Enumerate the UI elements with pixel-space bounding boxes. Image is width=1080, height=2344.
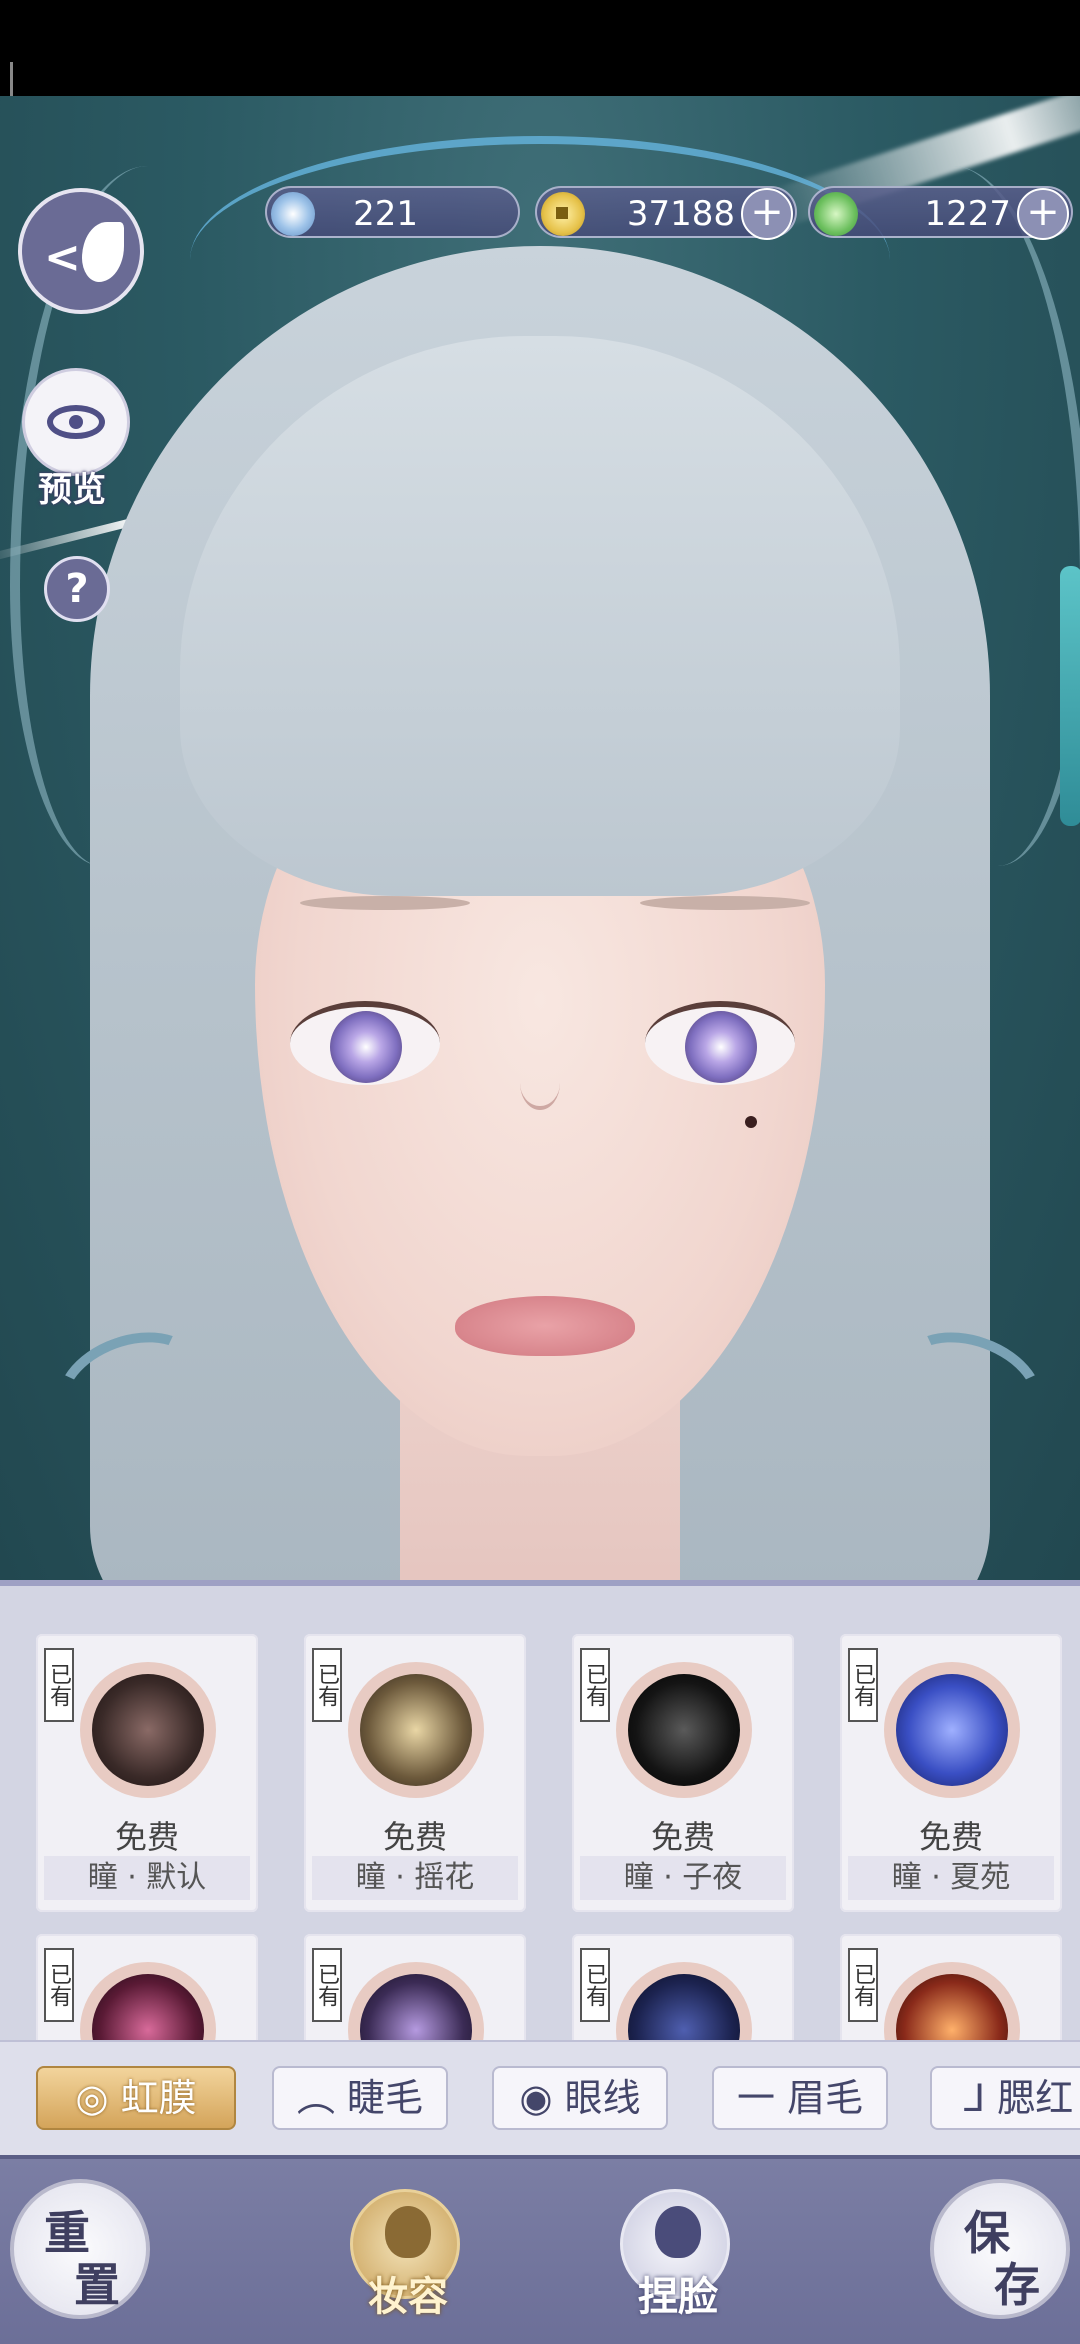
save-label-2: 存 <box>994 2258 1040 2312</box>
item-card[interactable]: 已有 免费 瞳 · 默认 <box>36 1634 258 1912</box>
right-eye <box>645 1001 795 1085</box>
owned-tag: 已有 <box>580 1948 610 2022</box>
right-iris <box>685 1011 757 1083</box>
jade-amount: 221 <box>353 194 418 234</box>
status-bar <box>0 0 1080 148</box>
add-green-button[interactable]: + <box>1017 188 1069 240</box>
beauty-mark <box>745 1116 757 1128</box>
item-card[interactable]: 已有 免费 瞳 · 子夜 <box>572 1634 794 1912</box>
reset-label-2: 置 <box>74 2258 120 2312</box>
left-eyebrow <box>300 896 470 910</box>
iris-swatch <box>884 1962 1020 2046</box>
face-portrait-icon <box>655 2206 701 2258</box>
item-card[interactable]: 已有 <box>36 1934 258 2046</box>
item-price: 免费 <box>114 1818 179 1856</box>
item-name: 瞳 · 摇花 <box>312 1856 518 1900</box>
iris-swatch <box>884 1662 1020 1798</box>
item-card[interactable]: 已有 <box>304 1934 526 2046</box>
tab-label: 睫毛 <box>347 2076 424 2120</box>
makeup-portrait-icon <box>385 2206 431 2258</box>
tab-label: 虹膜 <box>120 2076 197 2120</box>
preview-label: 预览 <box>38 470 106 510</box>
character-preview[interactable] <box>0 96 1080 1580</box>
tab-label: 腮红 <box>997 2076 1074 2120</box>
iris-swatch <box>80 1962 216 2046</box>
owned-tag: 已有 <box>312 1948 342 2022</box>
iris-item-panel[interactable]: 已有 免费 瞳 · 默认 已有 免费 瞳 · 摇花 已有 免费 瞳 · 子夜 已… <box>0 1580 1080 2046</box>
owned-tag: 已有 <box>580 1648 610 1722</box>
face-sculpt-button[interactable]: 捏脸 <box>620 2189 730 2320</box>
preview-button[interactable] <box>22 368 130 476</box>
save-button[interactable]: 保 存 <box>930 2179 1070 2319</box>
item-price: 免费 <box>918 1818 983 1856</box>
green-token-icon <box>814 192 858 236</box>
owned-tag: 已有 <box>44 1948 74 2022</box>
green-currency: 1227 + <box>808 186 1073 240</box>
iris-lens <box>896 1674 1008 1786</box>
left-iris <box>330 1011 402 1083</box>
iris-swatch <box>348 1962 484 2046</box>
owned-tag: 已有 <box>44 1648 74 1722</box>
jade-coin-icon <box>271 192 315 236</box>
iris-lens <box>92 1974 204 2046</box>
tab-iris[interactable]: ◎ 虹膜 <box>36 2066 236 2130</box>
jade-currency: 221 <box>265 186 520 238</box>
tab-label: 眼线 <box>564 2076 641 2120</box>
owned-tag: 已有 <box>848 1948 878 2022</box>
right-eyebrow <box>640 896 810 910</box>
iris-icon: ◎ <box>75 2076 109 2120</box>
eyeliner-icon: ◉ <box>519 2076 553 2120</box>
iris-swatch <box>80 1662 216 1798</box>
iris-swatch <box>616 1662 752 1798</box>
owned-tag: 已有 <box>848 1648 878 1722</box>
help-button[interactable]: ? <box>44 556 110 622</box>
eyebrow-icon: 一 <box>736 2076 775 2120</box>
item-card[interactable]: 已有 <box>572 1934 794 2046</box>
iris-lens <box>896 1974 1008 2046</box>
item-card[interactable]: 已有 <box>840 1934 1062 2046</box>
item-name: 瞳 · 子夜 <box>580 1856 786 1900</box>
character-lips <box>455 1296 635 1356</box>
item-card[interactable]: 已有 免费 瞳 · 夏苑 <box>840 1634 1062 1912</box>
item-price: 免费 <box>382 1818 447 1856</box>
item-name: 瞳 · 夏苑 <box>848 1856 1054 1900</box>
iris-swatch <box>616 1962 752 2046</box>
category-tabs: ◎ 虹膜 ︵ 睫毛 ◉ 眼线 一 眉毛 ᒧ 腮红 <box>0 2040 1080 2157</box>
iris-lens <box>92 1674 204 1786</box>
left-eye <box>290 1001 440 1085</box>
bottom-action-bar: 重 置 妆容 捏脸 保 存 <box>0 2155 1080 2344</box>
face-sculpt-label: 捏脸 <box>638 2273 718 2320</box>
iris-lens <box>360 1974 472 2046</box>
makeup-label: 妆容 <box>368 2273 448 2320</box>
iris-lens <box>360 1674 472 1786</box>
tab-blush[interactable]: ᒧ 腮红 <box>930 2066 1080 2130</box>
iris-lens <box>628 1974 740 2046</box>
reset-button[interactable]: 重 置 <box>10 2179 150 2319</box>
eyelash-icon: ︵ <box>296 2076 335 2120</box>
item-price: 免费 <box>650 1818 715 1856</box>
owned-tag: 已有 <box>312 1648 342 1722</box>
back-button[interactable]: < <box>18 188 144 314</box>
blush-icon: ᒧ <box>962 2076 986 2120</box>
character-nose <box>520 1056 560 1110</box>
copper-coin-icon <box>541 192 585 236</box>
back-arrow-icon: < <box>44 232 81 283</box>
tab-eyelash[interactable]: ︵ 睫毛 <box>272 2066 448 2130</box>
iris-swatch <box>348 1662 484 1798</box>
gold-amount: 37188 <box>626 194 735 234</box>
butterfly-icon <box>82 222 124 282</box>
item-card[interactable]: 已有 免费 瞳 · 摇花 <box>304 1634 526 1912</box>
hair-crown-ornament <box>190 136 890 384</box>
tab-eyeliner[interactable]: ◉ 眼线 <box>492 2066 668 2130</box>
tab-eyebrow[interactable]: 一 眉毛 <box>712 2066 888 2130</box>
makeup-mode-button[interactable]: 妆容 <box>350 2189 460 2320</box>
iris-lens <box>628 1674 740 1786</box>
green-amount: 1227 <box>924 194 1011 234</box>
add-gold-button[interactable]: + <box>741 188 793 240</box>
tassel-ornament <box>1060 566 1080 826</box>
tab-label: 眉毛 <box>787 2076 864 2120</box>
gold-currency: 37188 + <box>535 186 797 240</box>
item-name: 瞳 · 默认 <box>44 1856 250 1900</box>
eye-icon <box>47 405 105 439</box>
